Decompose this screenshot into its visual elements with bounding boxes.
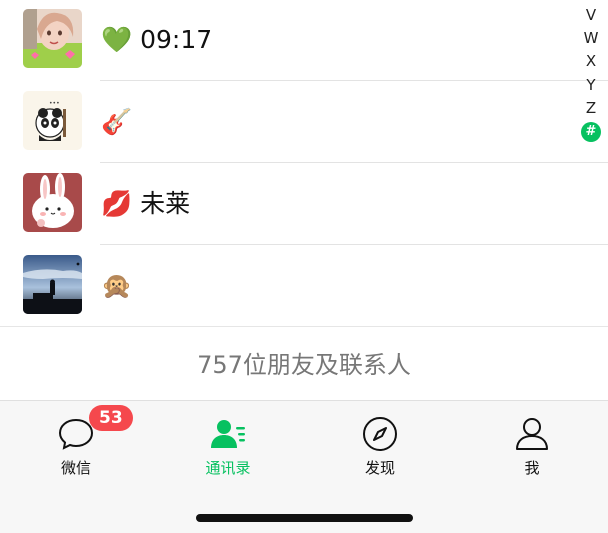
contact-row[interactable]: ••• 🎸 [0,81,608,163]
tab-discover[interactable]: 发现 [304,401,456,481]
green-heart-emoji: 💚 [101,25,133,54]
index-letter-y[interactable]: Y [580,76,602,94]
person-icon [514,416,550,452]
tab-label: 微信 [60,459,91,477]
avatar[interactable] [23,173,82,232]
index-letter-w[interactable]: W [580,29,602,47]
contact-row[interactable]: 💚 09:17 [0,0,608,82]
contact-count: 757位朋友及联系人 [197,351,411,379]
contacts-icon [210,416,246,452]
tab-label: 发现 [364,459,395,477]
contact-name: 💋 未莱 [101,189,190,219]
lips-emoji: 💋 [101,189,133,218]
avatar[interactable] [23,9,82,68]
guitar-emoji: 🎸 [101,107,133,136]
compass-icon [362,416,398,452]
tab-label: 通讯录 [205,459,251,477]
index-letter-x[interactable]: X [580,52,602,70]
contact-name: 💚 09:17 [101,25,212,55]
contact-row[interactable]: 🙊 [0,245,608,327]
index-letter-v[interactable]: V [580,6,602,24]
home-indicator [196,514,413,522]
contact-name-text: 09:17 [140,25,213,54]
contact-row[interactable]: 💋 未莱 [0,163,608,245]
contact-name: 🙊 [101,271,132,301]
avatar[interactable] [23,255,82,314]
contact-name: 🎸 [101,107,132,137]
contact-name-text: 未莱 [140,189,191,218]
monkey-emoji: 🙊 [101,271,133,300]
unread-badge: 53 [89,405,133,431]
tab-me[interactable]: 我 [456,401,608,481]
tab-chats[interactable]: 53 微信 [0,401,152,481]
index-letter-hash[interactable]: # [581,122,601,142]
contact-list: 💚 09:17 ••• 🎸 💋 未莱 🙊 V W X Y Z # [0,0,608,326]
svg-text:•••: ••• [49,100,60,107]
avatar[interactable]: ••• [23,91,82,150]
tab-bar: 53 微信 通讯录 发现 我 [0,400,608,533]
index-letter-z[interactable]: Z [580,99,602,117]
tab-label: 我 [524,459,540,477]
tab-contacts[interactable]: 通讯录 [152,401,304,481]
list-footer-divider [0,326,608,327]
